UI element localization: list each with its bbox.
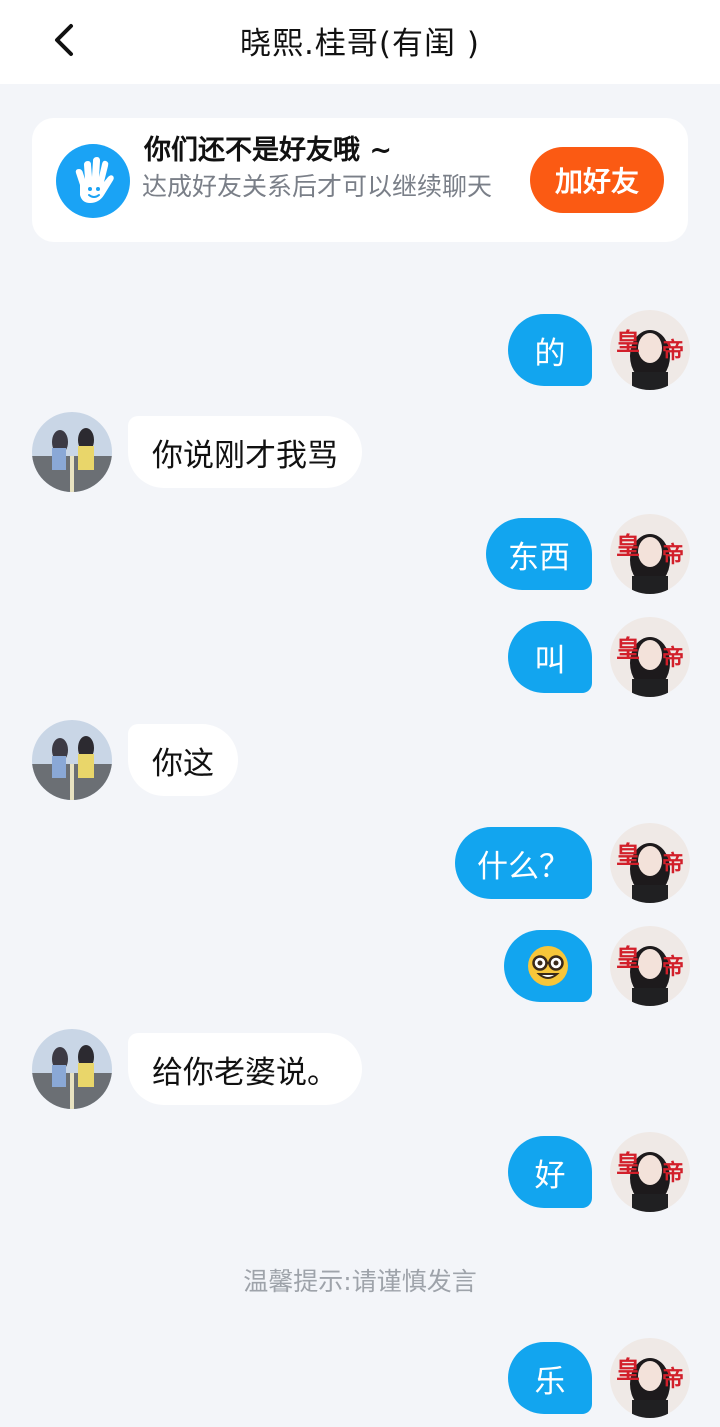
message-bubble[interactable]: 给你老婆说。: [128, 1033, 362, 1105]
avatar-self-icon[interactable]: 皇帝: [610, 823, 690, 903]
message-row: 的 皇帝: [0, 310, 720, 390]
message-row: 好 皇帝: [0, 1132, 720, 1212]
avatar-self-icon[interactable]: 皇帝: [610, 310, 690, 390]
svg-text:皇: 皇: [616, 635, 640, 663]
message-row: 叫 皇帝: [0, 617, 720, 697]
svg-text:皇: 皇: [616, 944, 640, 972]
not-friends-banner: 你们还不是好友哦 ~ 达成好友关系后才可以继续聊天 加好友: [32, 118, 688, 242]
top-bar: 晓熙.桂哥(有闺 ): [0, 0, 720, 84]
svg-text:帝: 帝: [662, 1366, 684, 1392]
avatar-self-icon[interactable]: 皇帝: [610, 617, 690, 697]
chat-title: 晓熙.桂哥(有闺 ): [240, 26, 480, 62]
message-bubble[interactable]: 你这: [128, 724, 238, 796]
svg-text:皇: 皇: [616, 532, 640, 560]
message-bubble[interactable]: [504, 930, 592, 1002]
message-row: 你这: [0, 720, 720, 800]
svg-text:皇: 皇: [616, 841, 640, 869]
message-bubble[interactable]: 东西: [486, 518, 592, 590]
svg-text:皇: 皇: [616, 1150, 640, 1178]
avatar-self-icon[interactable]: 皇帝: [610, 514, 690, 594]
svg-text:帝: 帝: [662, 1160, 684, 1186]
message-bubble[interactable]: 乐: [508, 1342, 592, 1414]
wave-hand-icon: [56, 144, 130, 218]
avatar-peer-icon[interactable]: [32, 412, 112, 492]
svg-text:帝: 帝: [662, 851, 684, 877]
avatar-peer-icon[interactable]: [32, 720, 112, 800]
avatar-peer-icon[interactable]: [32, 1029, 112, 1109]
svg-text:帝: 帝: [662, 542, 684, 568]
svg-text:皇: 皇: [616, 1356, 640, 1384]
svg-text:皇: 皇: [616, 328, 640, 356]
add-friend-button[interactable]: 加好友: [530, 147, 664, 213]
svg-text:帝: 帝: [662, 338, 684, 364]
message-bubble[interactable]: 你说刚才我骂: [128, 416, 362, 488]
message-bubble[interactable]: 叫: [508, 621, 592, 693]
message-row: 皇帝: [0, 926, 720, 1006]
message-row: 什么？ 皇帝: [0, 823, 720, 903]
message-row: 你说刚才我骂: [0, 412, 720, 492]
svg-text:帝: 帝: [662, 954, 684, 980]
avatar-self-icon[interactable]: 皇帝: [610, 1338, 690, 1418]
avatar-self-icon[interactable]: 皇帝: [610, 1132, 690, 1212]
banner-description: 达成好友关系后才可以继续聊天: [142, 172, 493, 201]
nerd-face-icon: [528, 946, 568, 986]
banner-title: 你们还不是好友哦 ~: [144, 135, 393, 166]
message-bubble[interactable]: 好: [508, 1136, 592, 1208]
svg-text:帝: 帝: [662, 645, 684, 671]
message-row: 给你老婆说。: [0, 1029, 720, 1109]
safety-tip: 温馨提示:请谨慎发言: [243, 1267, 477, 1296]
chevron-left-icon: [55, 24, 73, 56]
back-button[interactable]: [40, 14, 88, 66]
message-row: 东西 皇帝: [0, 514, 720, 594]
message-bubble[interactable]: 什么？: [455, 827, 592, 899]
avatar-self-icon[interactable]: 皇帝: [610, 926, 690, 1006]
message-row: 乐 皇帝: [0, 1338, 720, 1418]
message-bubble[interactable]: 的: [508, 314, 592, 386]
